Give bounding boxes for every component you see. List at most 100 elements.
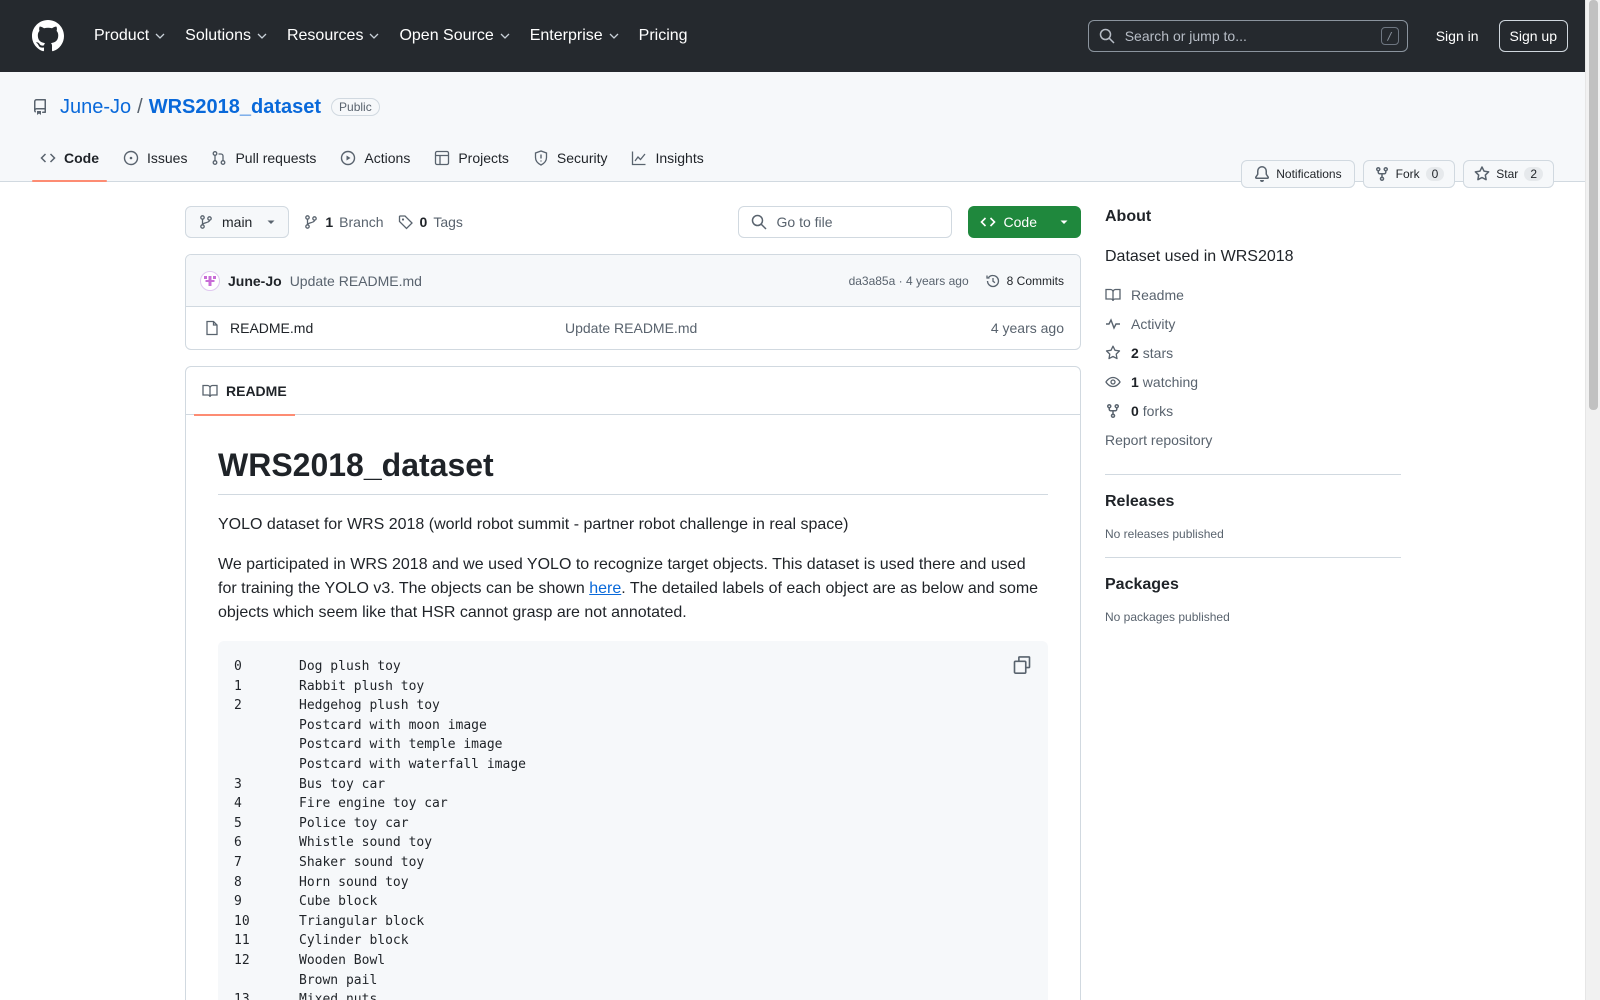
eye-icon <box>1105 376 1121 387</box>
tab-label: Security <box>556 150 608 166</box>
watchers-link[interactable]: 1 watching <box>1105 367 1401 396</box>
commit-message-link[interactable]: Update README.md <box>290 273 422 289</box>
code-line-number: 7 <box>234 854 242 870</box>
code-line-text: Postcard with waterfall image <box>299 756 526 772</box>
about-description: Dataset used in WRS2018 <box>1105 248 1294 265</box>
commits-history-link[interactable]: 8 Commits <box>985 273 1064 289</box>
commit-author-link[interactable]: June-Jo <box>228 273 282 289</box>
nav-solutions[interactable]: Solutions <box>177 21 275 51</box>
code-line: 12 Wooden Bowl <box>234 951 1032 971</box>
bell-icon <box>1255 166 1270 182</box>
code-line-text: Shaker sound toy <box>299 854 425 870</box>
chevron-down-icon <box>155 33 165 39</box>
header-actions: Search or jump to... / Sign in Sign up <box>1087 20 1568 52</box>
file-age: 4 years ago <box>990 320 1064 336</box>
stars-link[interactable]: 2 stars <box>1105 338 1401 367</box>
copy-icon[interactable] <box>1012 655 1032 675</box>
code-line-text: Fire engine toy car <box>299 796 448 812</box>
tab-label: Insights <box>655 150 704 166</box>
repo-header: June-Jo / WRS2018_dataset Public Notific… <box>0 72 1600 188</box>
code-line-text: Cube block <box>299 894 378 910</box>
search-shortcut-badge: / <box>1380 27 1399 45</box>
code-line: 1 Rabbit plush toy <box>234 677 1032 697</box>
shield-icon <box>534 150 548 166</box>
nav-label: Enterprise <box>529 27 603 44</box>
tab-code[interactable]: Code <box>32 135 107 182</box>
pulse-icon <box>1106 317 1120 330</box>
branch-selector[interactable]: main <box>185 206 290 238</box>
code-line-number: 11 <box>234 933 250 949</box>
code-line-text: Bus toy car <box>299 776 386 792</box>
readme-tab[interactable]: README <box>194 367 295 416</box>
scrollbar-thumb[interactable] <box>1589 0 1598 410</box>
code-icon <box>40 153 56 163</box>
code-line-text: Triangular block <box>299 913 425 929</box>
file-name-link[interactable]: README.md <box>230 320 565 336</box>
go-to-file-input[interactable]: Go to file <box>737 206 952 238</box>
branch-icon <box>305 215 318 229</box>
page-scrollbar[interactable] <box>1585 0 1600 1000</box>
code-line-number <box>234 716 299 736</box>
tab-projects[interactable]: Projects <box>426 135 517 181</box>
tab-pull-requests[interactable]: Pull requests <box>203 135 324 181</box>
nav-open-source[interactable]: Open Source <box>391 21 517 51</box>
global-search-input[interactable]: Search or jump to... / <box>1087 20 1408 52</box>
readme-link[interactable]: Readme <box>1105 280 1401 309</box>
book-icon <box>202 384 218 397</box>
tab-issues[interactable]: Issues <box>115 135 195 181</box>
sign-in-link[interactable]: Sign in <box>1424 22 1491 50</box>
code-line-number: 5 <box>234 815 242 831</box>
file-commit-message-link[interactable]: Update README.md <box>565 320 697 336</box>
code-line: 0 Dog plush toy <box>234 657 1032 677</box>
branch-count: 1 <box>325 214 334 230</box>
tab-actions[interactable]: Actions <box>332 135 418 181</box>
report-repository-link[interactable]: Report repository <box>1105 425 1401 454</box>
code-line-number: 0 <box>234 659 242 674</box>
repo-path-separator: / <box>137 95 143 118</box>
tab-insights[interactable]: Insights <box>623 135 711 181</box>
repo-name-link[interactable]: WRS2018_dataset <box>149 96 321 119</box>
star-button[interactable]: Star 2 <box>1463 160 1554 188</box>
here-link[interactable]: here <box>589 580 621 597</box>
tag-count: 0 <box>419 214 428 230</box>
nav-label: Resources <box>286 27 364 44</box>
history-icon <box>986 274 999 287</box>
forks-link[interactable]: 0 forks <box>1105 396 1401 425</box>
nav-pricing[interactable]: Pricing <box>631 21 696 51</box>
stars-count: 2 <box>1131 344 1139 361</box>
commit-hash-age[interactable]: da3a85a · 4 years ago <box>849 274 969 288</box>
code-line: 8 Horn sound toy <box>234 873 1032 893</box>
tag-label: Tags <box>433 214 463 230</box>
avatar[interactable] <box>200 270 220 291</box>
tags-link[interactable]: 0 Tags <box>398 214 463 230</box>
file-row[interactable]: README.md Update README.md 4 years ago <box>186 307 1080 349</box>
nav-resources[interactable]: Resources <box>279 21 387 51</box>
branch-icon <box>200 215 212 229</box>
code-line: 3 Bus toy car <box>234 775 1032 795</box>
latest-commit-row: June-Jo Update README.md da3a85a · 4 yea… <box>186 255 1080 307</box>
fork-counter: 0 <box>1425 167 1445 181</box>
repo-owner-link[interactable]: June-Jo <box>60 96 131 119</box>
watching-label: watching <box>1142 373 1199 390</box>
code-dropdown-button[interactable]: Code <box>967 206 1081 238</box>
branches-link[interactable]: 1 Branch <box>303 214 384 230</box>
activity-link[interactable]: Activity <box>1105 309 1401 338</box>
readme-header: README <box>186 367 1080 416</box>
code-line-text: Horn sound toy <box>299 874 409 890</box>
fork-icon <box>1107 403 1119 418</box>
nav-enterprise[interactable]: Enterprise <box>522 21 627 51</box>
code-line-number: 8 <box>234 874 242 890</box>
code-button-label: Code <box>1003 214 1037 230</box>
file-toolbar: main 1 Branch 0 Tags Go to file Code <box>185 206 1081 238</box>
sign-up-button[interactable]: Sign up <box>1498 20 1568 52</box>
code-line: 10 Triangular block <box>234 912 1032 932</box>
repo-tabs: Code Issues Pull requests Actions Projec… <box>32 135 712 182</box>
file-listing: June-Jo Update README.md da3a85a · 4 yea… <box>185 254 1081 350</box>
code-line: 2 Hedgehog plush toy <box>234 696 1032 716</box>
code-line-number: 3 <box>234 776 242 792</box>
packages-heading[interactable]: Packages <box>1105 576 1401 594</box>
tab-security[interactable]: Security <box>525 135 616 181</box>
github-logo-icon[interactable] <box>32 20 64 52</box>
nav-product[interactable]: Product <box>86 21 173 51</box>
releases-heading[interactable]: Releases <box>1105 493 1401 511</box>
